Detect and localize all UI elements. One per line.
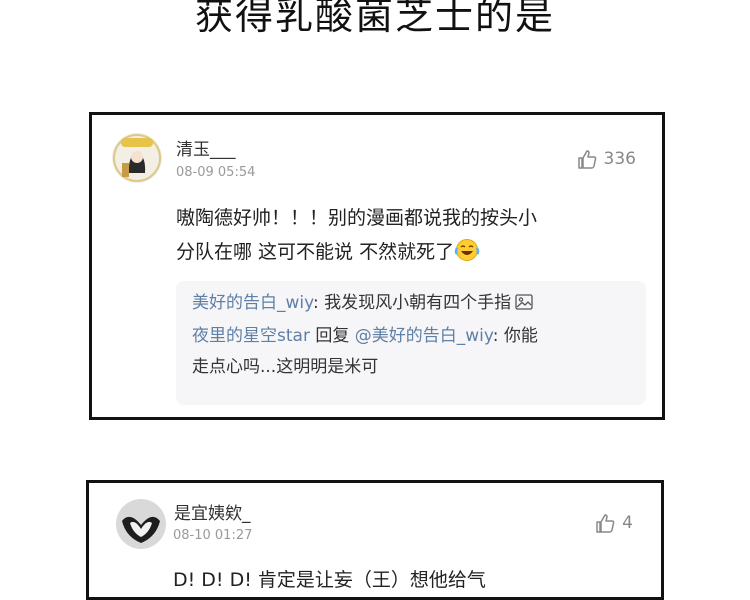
- thumbs-up-icon: [595, 513, 615, 533]
- like-button[interactable]: 336: [577, 149, 636, 169]
- timestamp: 08-09 05:54: [176, 165, 256, 180]
- comment-text: D! D! D! 肯定是让妄（王）想他给气: [173, 569, 486, 591]
- mention-link[interactable]: @美好的告白_wiy: [355, 326, 493, 346]
- comment-card: 是宜姨欸_ 08-10 01:27 4 D! D! D! 肯定是让妄（王）想他给…: [86, 480, 664, 600]
- reply-item: 夜里的星空star 回复 @美好的告白_wiy: 你能: [192, 326, 538, 346]
- reply-text: 你能: [503, 326, 538, 346]
- like-count: 4: [622, 513, 633, 533]
- page-title: 获得乳酸菌芝士的是: [194, 0, 555, 38]
- thumbs-up-icon: [577, 149, 597, 169]
- like-button[interactable]: 4: [595, 513, 633, 533]
- reply-item: 美好的告白_wiy: 我发现风小朝有四个手指: [192, 288, 630, 321]
- username[interactable]: 清玉___: [176, 135, 236, 160]
- avatar[interactable]: [116, 499, 166, 549]
- laughing-tears-emoji-icon: [454, 238, 480, 273]
- username[interactable]: 是宜姨欸_: [174, 499, 251, 524]
- reply-author-link[interactable]: 夜里的星空star: [192, 326, 310, 346]
- reply-text-continued: 走点心吗...这明明是米可: [192, 357, 379, 377]
- reply-text: 我发现风小朝有四个手指: [324, 293, 512, 313]
- comment-text: 嗷陶德好帅！！！别的漫画都说我的按头小 分队在哪 这可不能说 不然就死了: [176, 201, 646, 273]
- comment-card: 清玉___ 08-09 05:54 336 嗷陶德好帅！！！别的漫画都说我的按头…: [89, 112, 665, 420]
- avatar[interactable]: [112, 133, 162, 183]
- like-count: 336: [603, 149, 636, 169]
- timestamp: 08-10 01:27: [173, 528, 253, 543]
- reply-thread: 美好的告白_wiy: 我发现风小朝有四个手指 夜里的星空star 回复 @美好的…: [176, 281, 646, 405]
- reply-author-link[interactable]: 美好的告白_wiy: [192, 293, 313, 313]
- image-icon[interactable]: [515, 290, 533, 321]
